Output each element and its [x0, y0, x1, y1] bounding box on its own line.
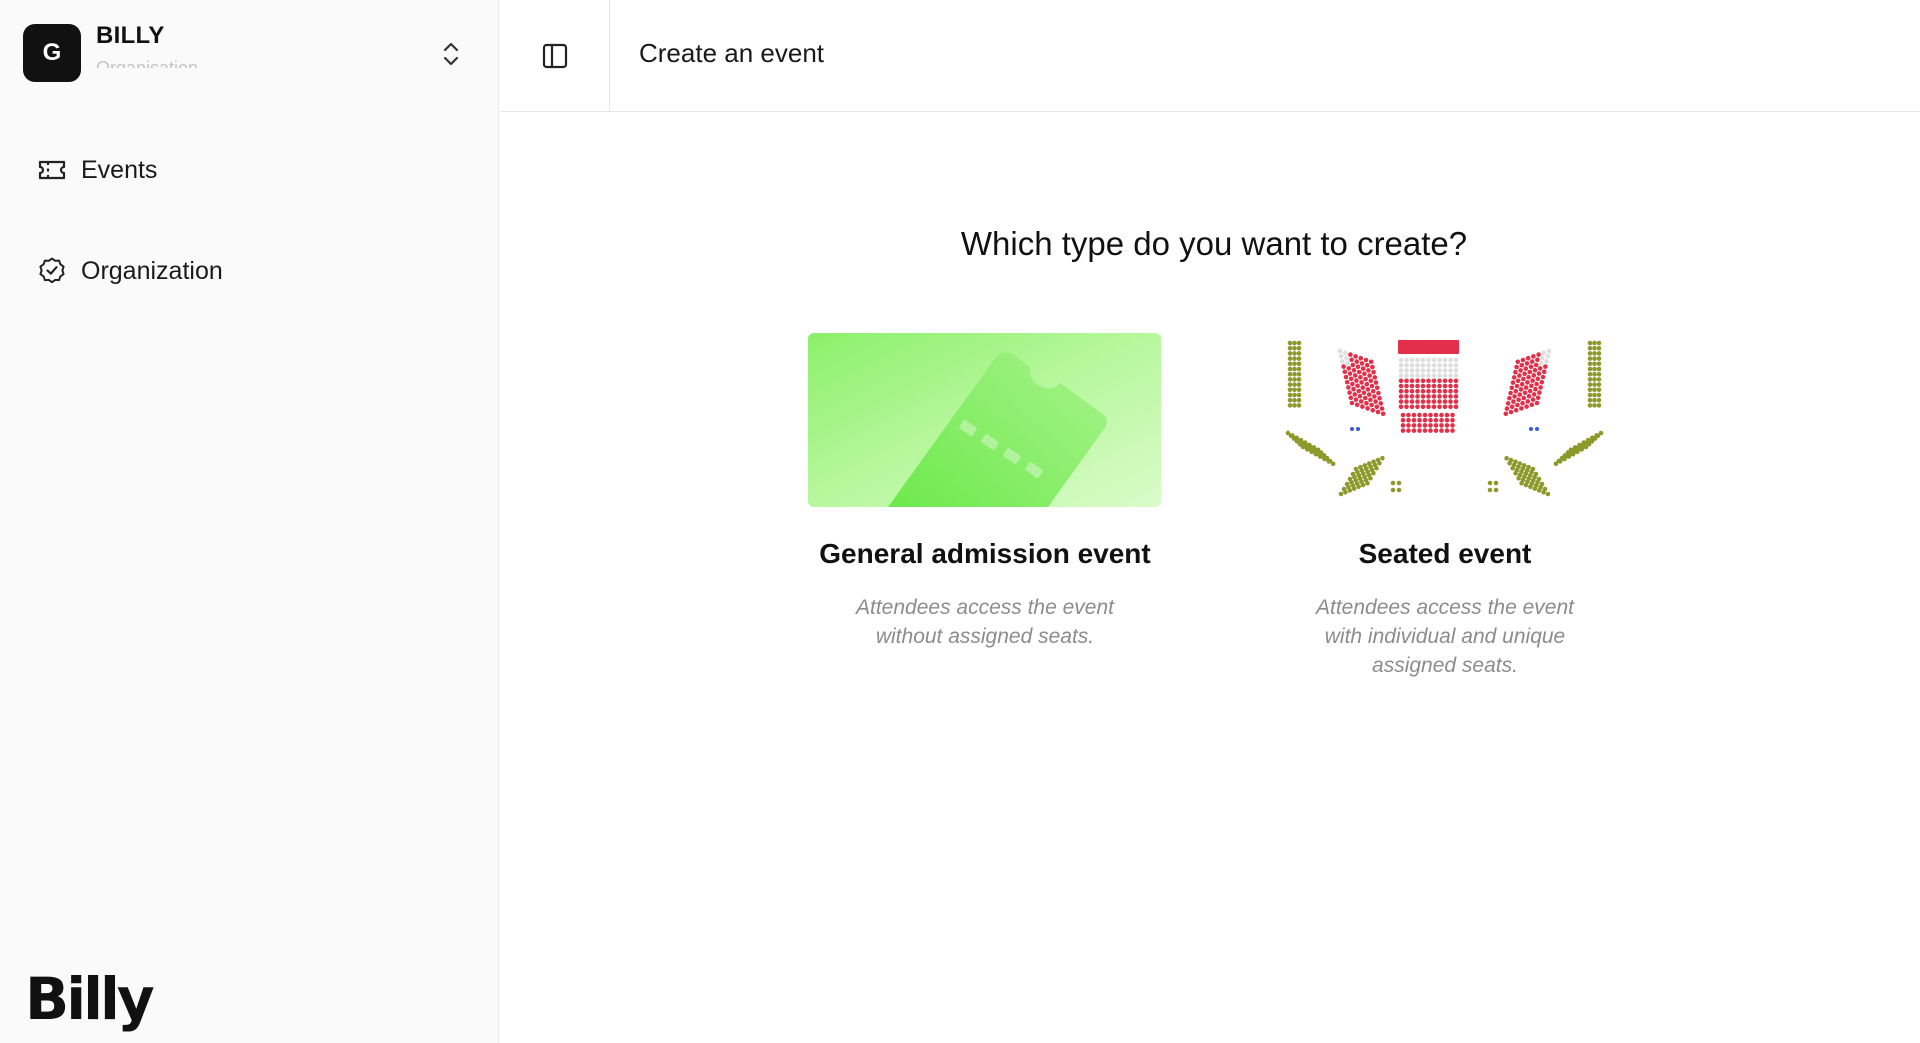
chevrons-up-down-icon — [443, 42, 459, 66]
event-type-question: Which type do you want to create? — [960, 225, 1468, 262]
brand-logo: Billy — [25, 965, 155, 1033]
badge-check-icon — [37, 256, 67, 286]
org-switcher[interactable]: G BILLY Organisation — [23, 24, 471, 84]
main-content: Which type do you want to create? Genera… — [500, 112, 1920, 1043]
option-description: Attendees access the event with individu… — [1316, 596, 1574, 677]
ticket-icon — [37, 155, 67, 185]
sidebar-item-events[interactable]: Events — [37, 150, 457, 190]
option-title: General admission event — [819, 538, 1151, 569]
org-subtitle: Organisation — [96, 58, 199, 68]
option-description: Attendees access the event without assig… — [856, 596, 1114, 648]
green-ticket-illustration — [808, 333, 1161, 507]
page-title: Create an event — [639, 38, 825, 68]
org-name: BILLY — [96, 22, 165, 49]
org-avatar: G — [23, 24, 81, 82]
general-admission-option[interactable]: General admission event Attendees access… — [755, 333, 1215, 713]
sidebar-item-organization[interactable]: Organization — [37, 251, 457, 291]
panel-left-icon — [542, 43, 567, 68]
topbar: Create an event — [500, 0, 1920, 112]
option-title: Seated event — [1358, 538, 1532, 569]
sidebar: G BILLY Organisation Events Organization — [0, 0, 499, 1043]
seated-event-option[interactable]: Seated event Attendees access the event … — [1215, 333, 1675, 713]
sidebar-item-label: Organization — [81, 256, 223, 285]
sidebar-item-label: Events — [81, 155, 158, 184]
seat-map-illustration — [1268, 333, 1621, 507]
sidebar-toggle-button[interactable] — [500, 0, 610, 111]
